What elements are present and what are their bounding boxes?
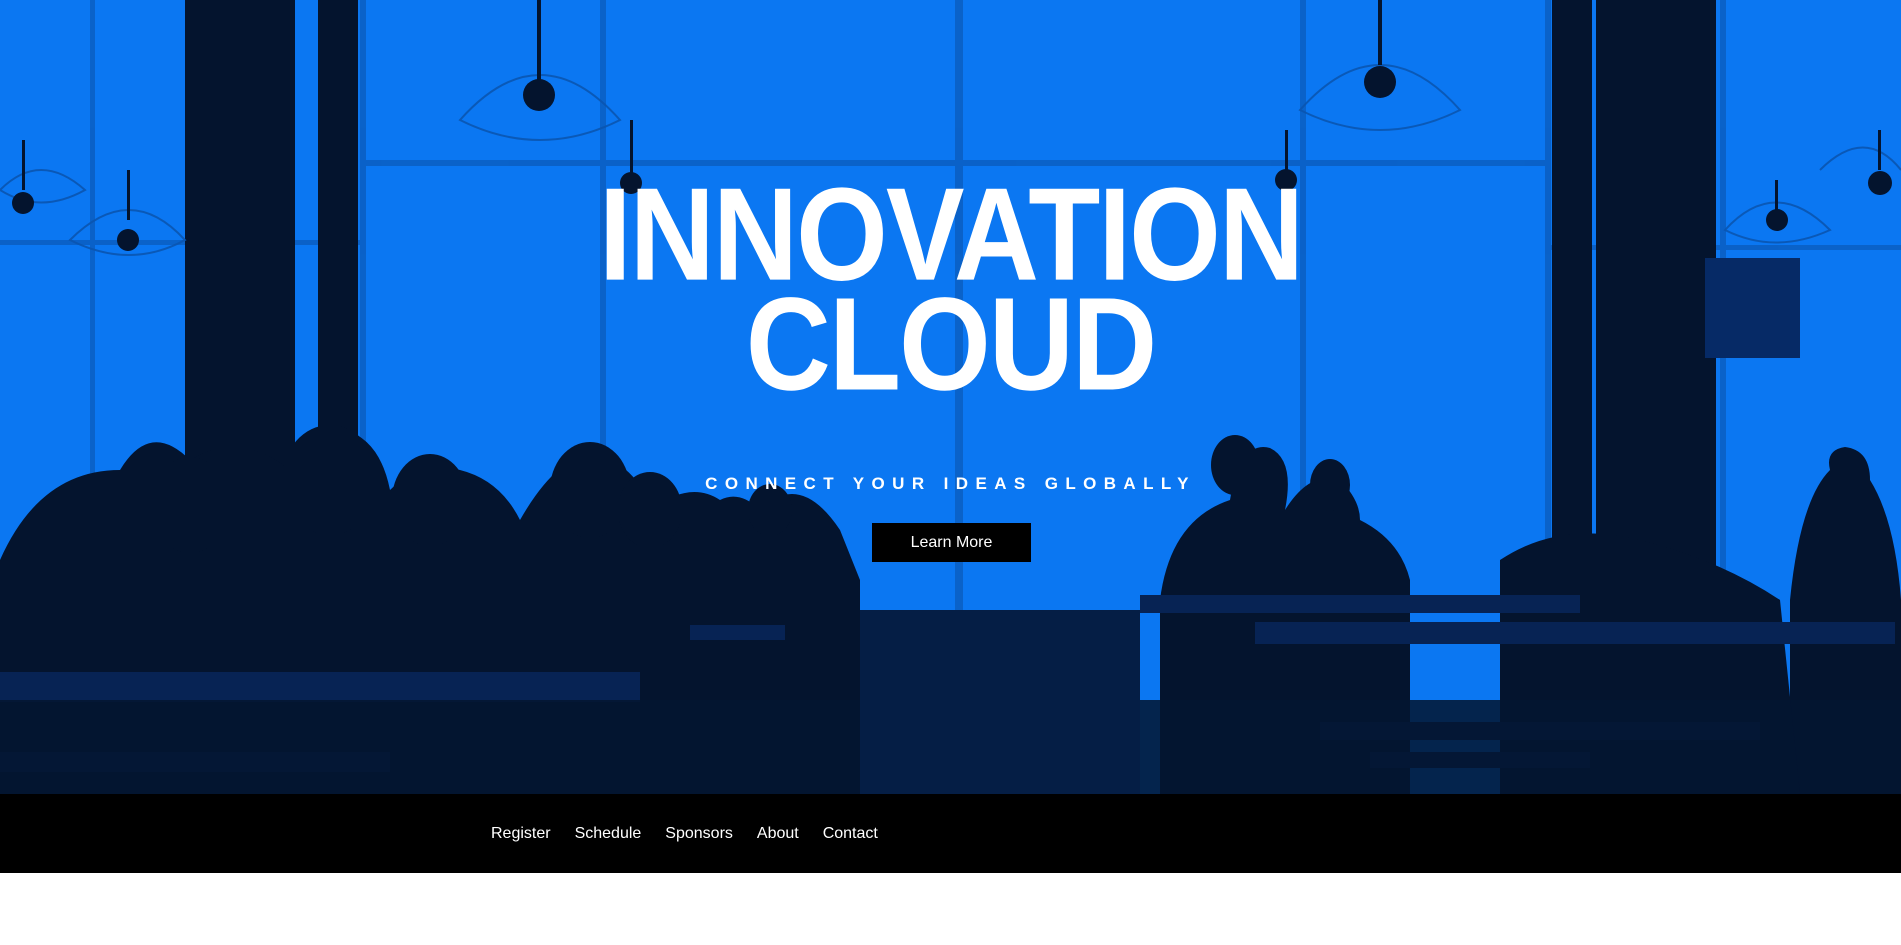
hero-title-line-2: CLOUD [745, 270, 1158, 419]
hero-subtitle: CONNECT YOUR IDEAS GLOBALLY [705, 474, 1196, 493]
learn-more-button[interactable]: Learn More [872, 523, 1031, 562]
nav-item-contact: Contact [823, 825, 878, 843]
nav-link-about[interactable]: About [757, 825, 799, 842]
nav-link-sponsors[interactable]: Sponsors [665, 825, 733, 842]
nav-link-contact[interactable]: Contact [823, 825, 878, 842]
hero-title: INNOVATION CLOUD [0, 169, 1901, 419]
nav-link-schedule[interactable]: Schedule [575, 825, 642, 842]
nav-item-sponsors: Sponsors [665, 825, 733, 843]
page-content-area [0, 873, 1901, 945]
hero-section: INNOVATION CLOUD CONNECT YOUR IDEAS GLOB… [0, 0, 1901, 794]
nav-item-schedule: Schedule [575, 825, 642, 843]
main-navigation: Register Schedule Sponsors About Contact [0, 794, 1901, 873]
nav-item-register: Register [491, 825, 551, 843]
nav-list: Register Schedule Sponsors About Contact [491, 794, 902, 873]
nav-link-register[interactable]: Register [491, 825, 551, 842]
nav-item-about: About [757, 825, 799, 843]
